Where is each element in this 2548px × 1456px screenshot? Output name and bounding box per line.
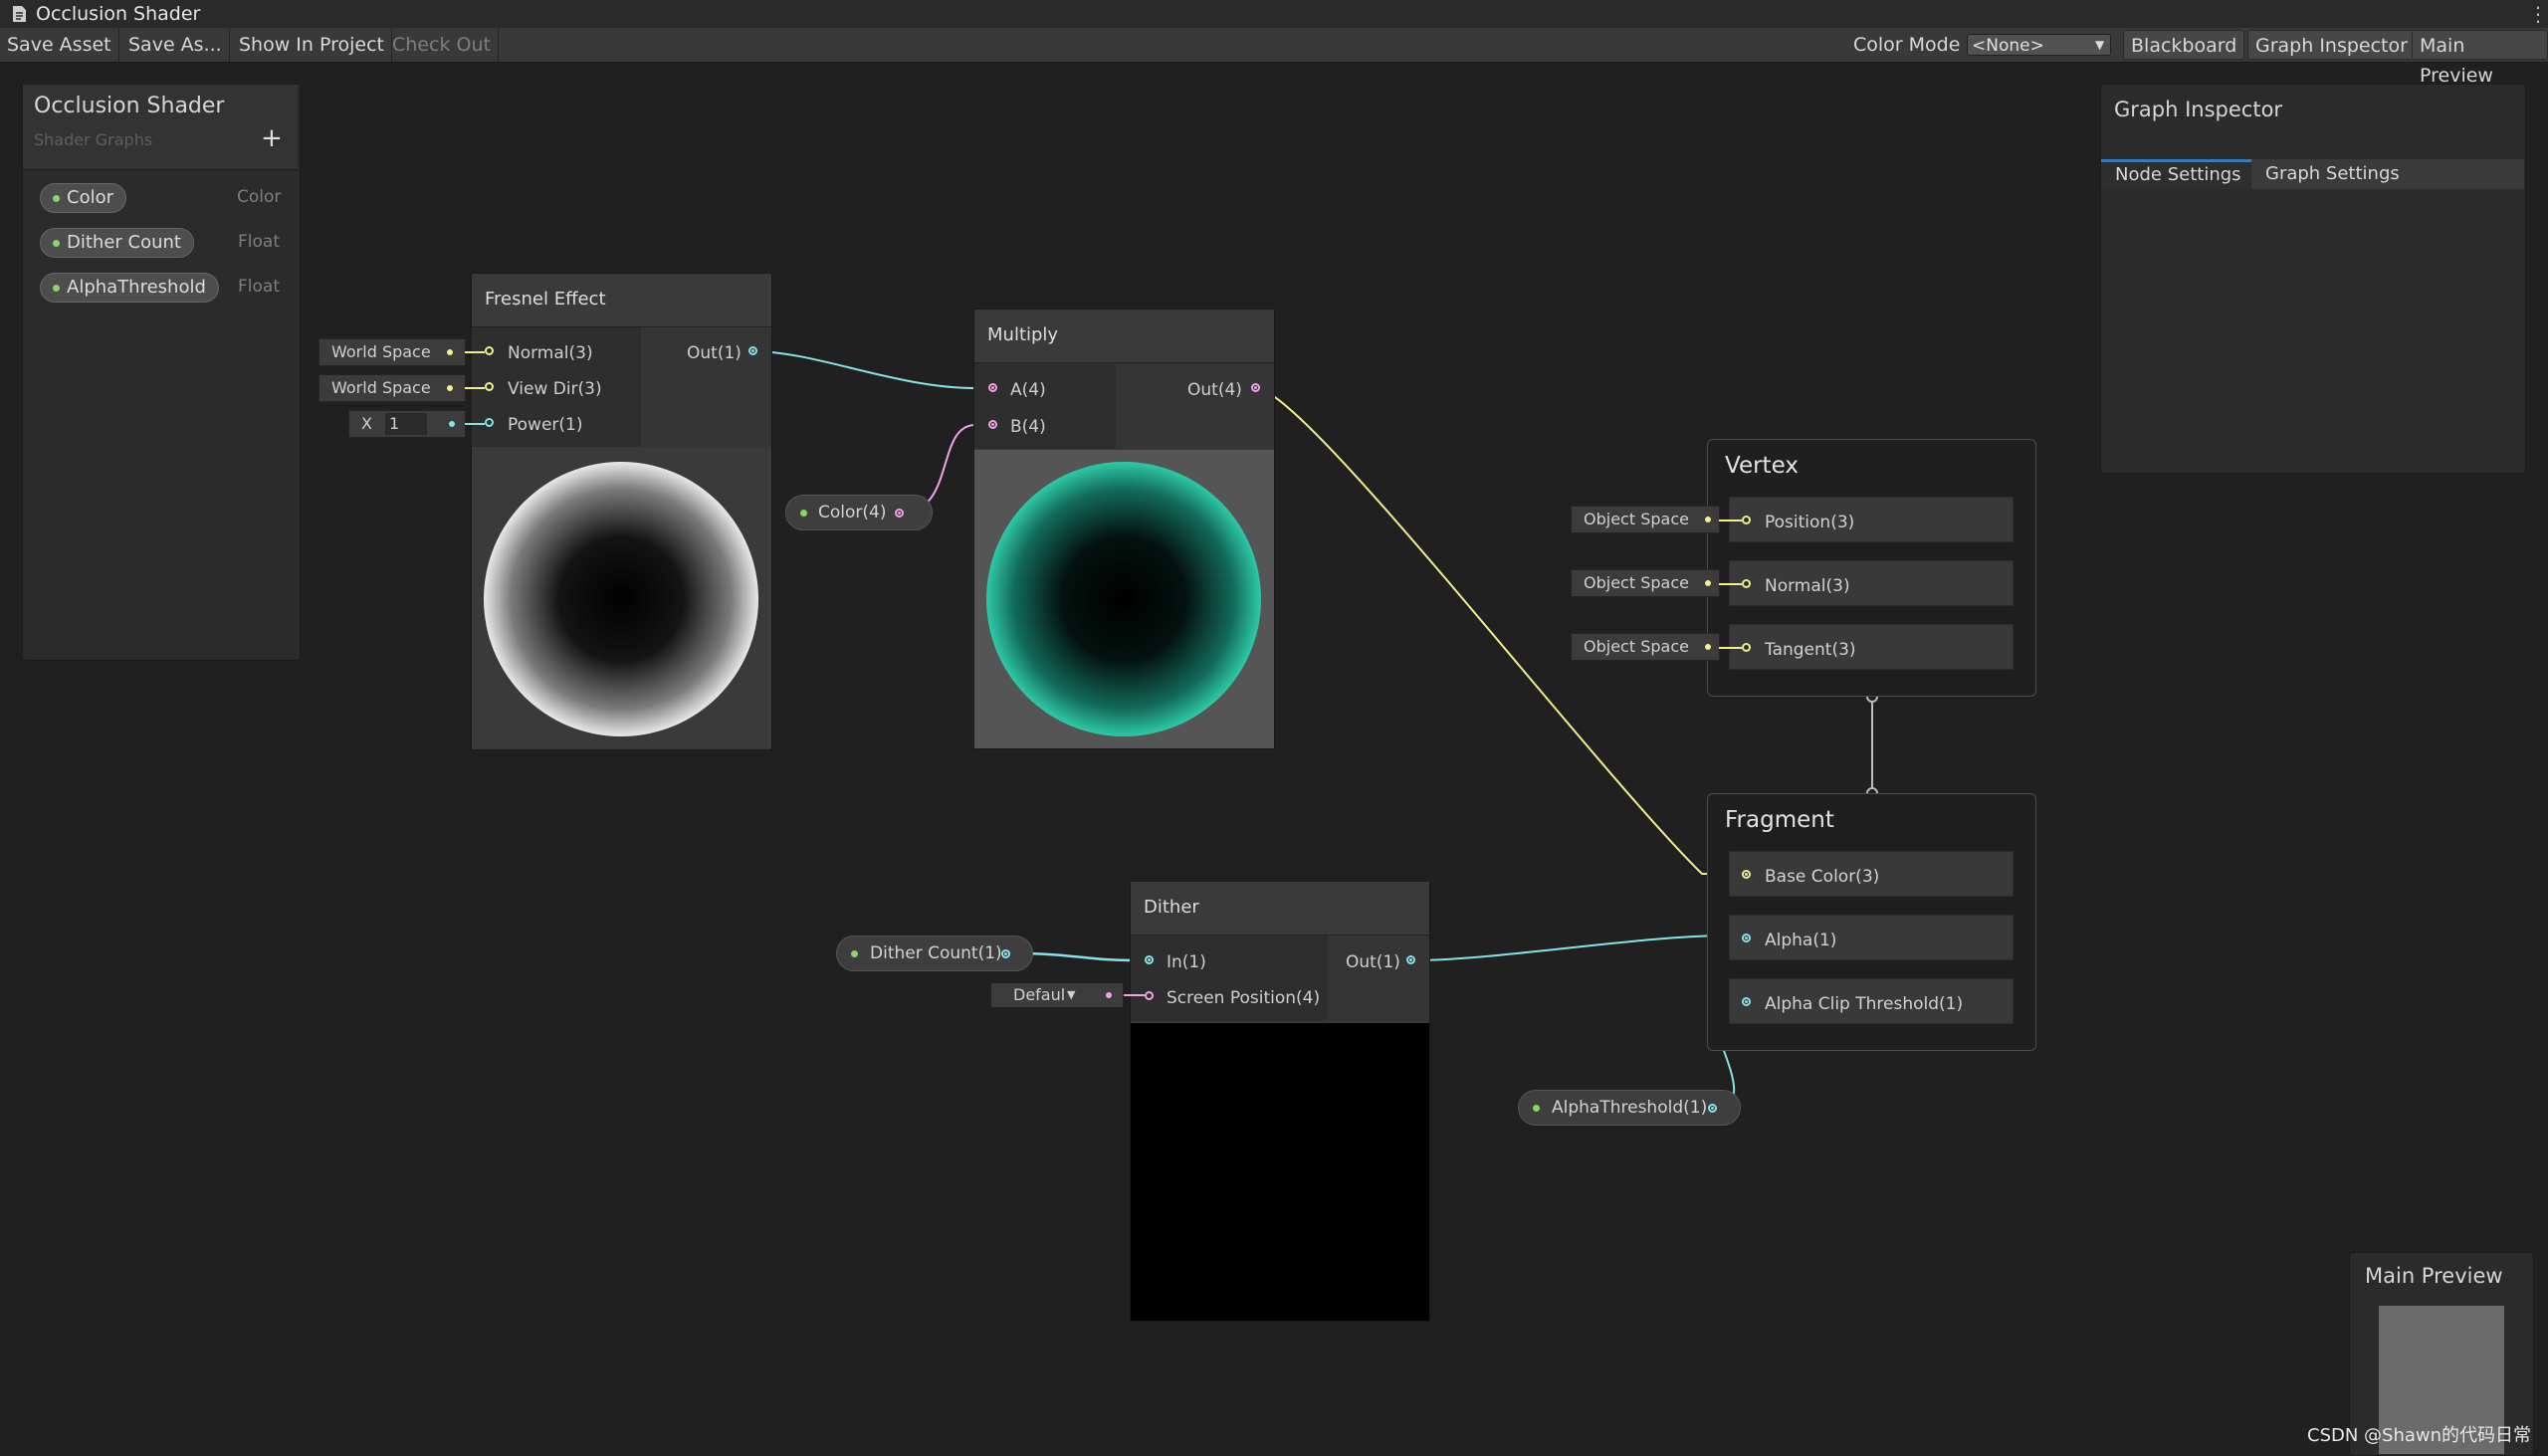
block-label: Position(3)	[1765, 513, 1855, 532]
input-port[interactable]	[1742, 579, 1751, 588]
input-port[interactable]	[1742, 997, 1751, 1006]
property-pill-color[interactable]: Color	[40, 183, 126, 213]
space-label: World Space	[331, 342, 431, 361]
tangent-space-field[interactable]: Object Space	[1571, 633, 1720, 661]
port-label: B(4)	[1010, 417, 1046, 437]
output-port[interactable]	[1708, 1104, 1717, 1113]
edge-multiply-to-basecolor	[1255, 387, 1727, 875]
node-input-area	[1131, 936, 1328, 1021]
space-label: Object Space	[1584, 637, 1689, 656]
dither-count-property-node[interactable]: Dither Count(1)	[836, 936, 1033, 971]
port-label: Normal(3)	[508, 343, 593, 363]
port-label: Out(1)	[1346, 952, 1400, 972]
block-label: Alpha Clip Threshold(1)	[1765, 994, 1964, 1014]
alpha-threshold-property-node[interactable]: AlphaThreshold(1)	[1518, 1090, 1741, 1126]
graph-inspector-panel	[2100, 84, 2526, 474]
input-port[interactable]	[1145, 955, 1154, 964]
node-preview	[472, 448, 771, 749]
property-pill-alpha-threshold[interactable]: AlphaThreshold	[40, 273, 219, 303]
tab-graph-settings[interactable]: Graph Settings	[2251, 159, 2524, 189]
edge-dither-to-alpha	[1413, 935, 1728, 961]
chevron-down-icon: ▼	[1067, 988, 1076, 1001]
wire-stub	[465, 351, 485, 353]
input-port[interactable]	[988, 383, 997, 392]
port-label: In(1)	[1167, 952, 1206, 972]
blackboard-title: Occlusion Shader	[34, 94, 225, 118]
power-input[interactable]: 1	[385, 413, 427, 435]
input-port[interactable]	[1742, 870, 1751, 879]
block-label: Normal(3)	[1765, 576, 1850, 596]
property-name: AlphaThreshold	[67, 277, 206, 298]
fresnel-preview-sphere	[484, 462, 758, 736]
space-label: World Space	[331, 378, 431, 397]
vertex-title: Vertex	[1725, 453, 1799, 479]
output-port[interactable]	[1251, 383, 1260, 392]
watermark: CSDN @Shawn的代码日常	[2307, 1425, 2532, 1446]
property-type: Float	[238, 277, 280, 297]
output-port[interactable]	[748, 346, 757, 355]
wire-stub	[1719, 647, 1742, 649]
wire-stub	[1719, 520, 1742, 521]
node-output-area	[1116, 363, 1274, 449]
wire-stub	[465, 387, 485, 389]
property-node-label: AlphaThreshold(1)	[1552, 1098, 1708, 1118]
block-label: Base Color(3)	[1765, 867, 1880, 887]
axis-label: X	[361, 414, 372, 433]
port-label: Screen Position(4)	[1167, 988, 1321, 1008]
node-title: Fresnel Effect	[485, 289, 606, 310]
wire-stub	[465, 423, 485, 425]
input-port[interactable]	[1742, 934, 1751, 942]
input-port[interactable]	[1742, 643, 1751, 652]
property-pill-dither-count[interactable]: Dither Count	[40, 228, 194, 258]
input-port[interactable]	[485, 382, 494, 391]
output-port[interactable]	[1406, 955, 1415, 964]
blackboard-panel	[22, 84, 301, 661]
port-label: View Dir(3)	[508, 379, 602, 399]
property-type: Color	[237, 187, 282, 207]
property-node-label: Dither Count(1)	[870, 943, 1002, 963]
port-label: Power(1)	[508, 415, 583, 435]
multiply-preview-sphere	[986, 462, 1261, 736]
block-label: Tangent(3)	[1765, 640, 1856, 660]
space-label: Object Space	[1584, 573, 1689, 592]
screen-position-mode-field[interactable]: Defaul ▼	[990, 982, 1124, 1008]
input-port[interactable]	[485, 346, 494, 355]
add-property-icon[interactable]: +	[261, 123, 283, 153]
inspector-title: Graph Inspector	[2114, 98, 2283, 121]
property-name: Color	[67, 187, 113, 208]
position-space-field[interactable]: Object Space	[1571, 506, 1720, 533]
input-port[interactable]	[485, 418, 494, 427]
output-port[interactable]	[895, 509, 904, 518]
tab-node-settings[interactable]: Node Settings	[2101, 159, 2255, 189]
node-title: Multiply	[987, 324, 1059, 345]
input-port[interactable]	[1742, 516, 1751, 524]
color-property-node[interactable]: Color(4)	[785, 495, 933, 530]
property-type: Float	[238, 232, 280, 252]
edge-fresnel-to-multiply-a	[752, 350, 976, 389]
block-label: Alpha(1)	[1765, 931, 1837, 950]
viewdir-space-field[interactable]: World Space	[318, 374, 466, 402]
normal-space-field[interactable]: Object Space	[1571, 569, 1720, 597]
port-label: Out(1)	[687, 343, 742, 363]
input-port[interactable]	[1145, 991, 1154, 1000]
space-label: Object Space	[1584, 510, 1689, 528]
output-port[interactable]	[1001, 949, 1010, 958]
power-value-field[interactable]: X1	[348, 410, 466, 438]
wire-stub	[1719, 583, 1742, 585]
node-title: Dither	[1144, 897, 1199, 918]
input-port[interactable]	[988, 420, 997, 429]
node-output-area	[1328, 936, 1429, 1021]
fragment-title: Fragment	[1725, 807, 1834, 833]
node-preview	[974, 450, 1274, 748]
property-name: Dither Count	[67, 232, 181, 253]
preview-title: Main Preview	[2365, 1264, 2503, 1288]
property-node-label: Color(4)	[818, 503, 887, 522]
normal-space-field[interactable]: World Space	[318, 338, 466, 366]
blackboard-subtitle: Shader Graphs	[34, 130, 153, 149]
mode-dropdown[interactable]: Defaul	[1013, 985, 1065, 1004]
port-label: Out(4)	[1187, 380, 1242, 400]
port-label: A(4)	[1010, 380, 1046, 400]
wire-stub	[1124, 994, 1145, 996]
dither-preview	[1131, 1023, 1429, 1321]
